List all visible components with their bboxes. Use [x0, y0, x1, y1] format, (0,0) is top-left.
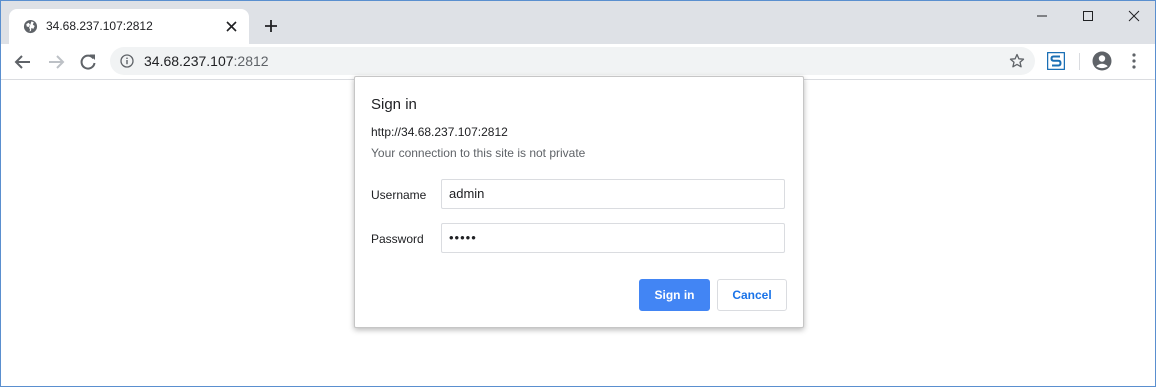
arrow-left-icon — [14, 55, 30, 69]
minimize-button[interactable] — [1019, 1, 1065, 31]
close-icon[interactable] — [225, 20, 238, 33]
extension-s-icon[interactable] — [1046, 51, 1066, 71]
username-label: Username — [371, 188, 427, 202]
address-bar[interactable]: 34.68.237.107:2812 — [110, 47, 1035, 75]
maximize-button[interactable] — [1065, 1, 1111, 31]
tab-active[interactable]: 34.68.237.107:2812 — [9, 9, 249, 44]
reload-button[interactable] — [77, 51, 99, 73]
back-button[interactable] — [12, 51, 34, 73]
dialog-url: http://34.68.237.107:2812 — [371, 125, 508, 139]
sign-in-dialog: Sign in http://34.68.237.107:2812 Your c… — [354, 76, 804, 328]
url-text[interactable]: 34.68.237.107:2812 — [144, 53, 269, 69]
dialog-title: Sign in — [371, 96, 417, 113]
info-icon[interactable] — [120, 54, 134, 68]
url-host: 34.68.237.107 — [144, 53, 234, 69]
password-label: Password — [371, 232, 424, 246]
url-port: :2812 — [233, 53, 269, 69]
toolbar-divider — [1079, 53, 1080, 70]
cancel-button[interactable]: Cancel — [717, 279, 787, 311]
globe-icon — [23, 19, 38, 34]
reload-icon — [80, 54, 96, 70]
new-tab-button[interactable] — [263, 18, 279, 34]
tab-strip: 34.68.237.107:2812 — [1, 1, 1155, 44]
browser-window: 34.68.237.107:2812 34.68.237.107:2812 Si… — [0, 0, 1156, 387]
arrow-right-icon — [49, 55, 65, 69]
tab-title: 34.68.237.107:2812 — [46, 19, 153, 33]
close-icon — [1128, 10, 1140, 22]
maximize-icon — [1083, 11, 1093, 21]
minimize-icon — [1037, 15, 1047, 17]
connection-warning: Your connection to this site is not priv… — [371, 146, 586, 160]
star-icon[interactable] — [1009, 53, 1025, 69]
window-close-button[interactable] — [1111, 1, 1155, 31]
username-input[interactable]: admin — [441, 179, 785, 209]
sign-in-button[interactable]: Sign in — [639, 279, 710, 311]
browser-toolbar: 34.68.237.107:2812 — [1, 44, 1155, 80]
plus-icon — [265, 20, 277, 32]
forward-button[interactable] — [45, 51, 67, 73]
password-input[interactable]: ••••• — [441, 223, 785, 253]
more-vert-icon[interactable] — [1126, 52, 1142, 70]
account-circle-icon[interactable] — [1092, 51, 1112, 71]
